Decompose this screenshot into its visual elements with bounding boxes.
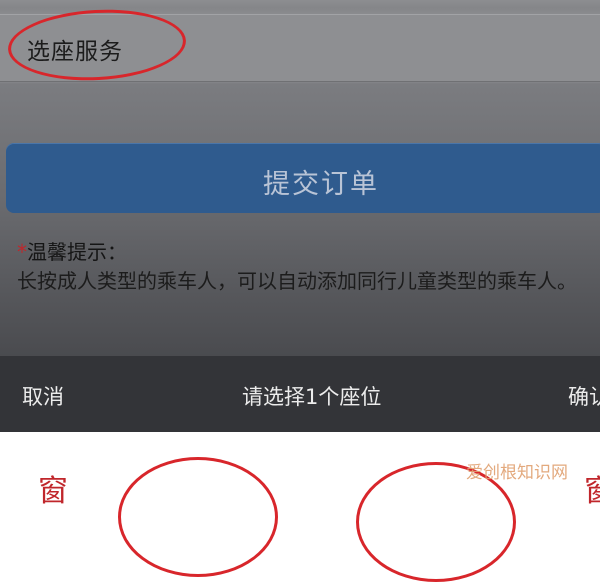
window-seat-char-right: 窗 — [584, 474, 600, 509]
required-star-icon: * — [17, 240, 27, 264]
tip-title: *温馨提示： — [17, 236, 127, 265]
tip-title-text: 温馨提示： — [27, 240, 127, 264]
submit-order-label: 提交订单 — [263, 169, 379, 200]
watermark-text: 爱创根知识网 — [466, 463, 568, 483]
tip-body: 长按成人类型的乘车人，可以自动添加同行儿童类型的乘车人。 — [17, 269, 577, 293]
picker-title: 请选择1个座位 — [242, 385, 382, 409]
cancel-button[interactable]: 取消 — [22, 381, 64, 411]
confirm-button[interactable]: 确认 — [568, 381, 600, 411]
seat-option-circle[interactable] — [118, 457, 278, 577]
window-seat-char-left: 窗 — [38, 474, 68, 509]
